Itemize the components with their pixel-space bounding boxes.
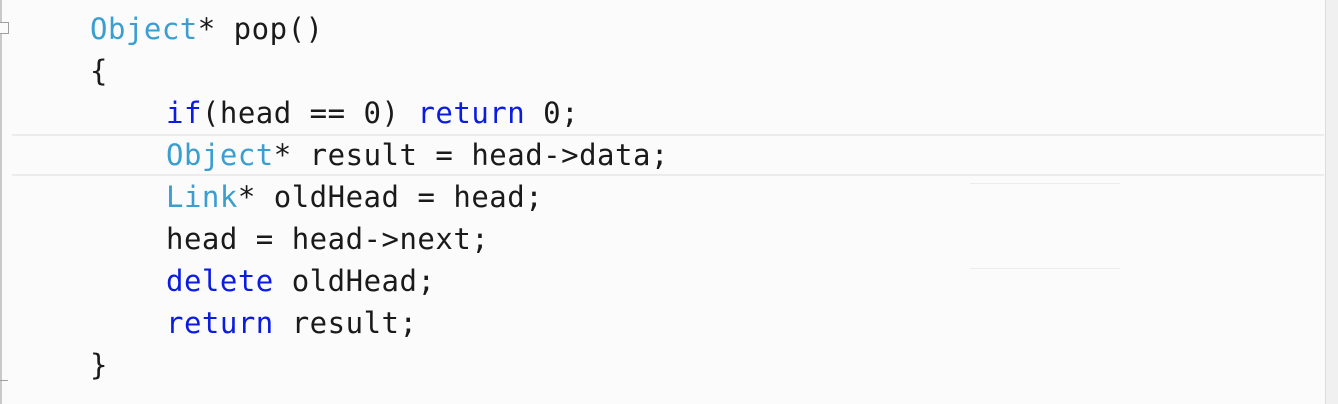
code-line[interactable]: Object* result = head->data;: [166, 134, 669, 176]
code-line[interactable]: Object* pop(): [90, 8, 323, 50]
divider: [970, 268, 1120, 269]
code-token: }: [90, 348, 108, 382]
code-line[interactable]: {: [90, 50, 108, 92]
keyword-token: return: [417, 96, 526, 130]
vertical-scrollbar[interactable]: [1325, 0, 1338, 404]
keyword-token: delete: [166, 264, 274, 298]
code-token: head = head->next;: [166, 222, 490, 256]
code-token: oldHead;: [273, 264, 436, 298]
divider: [970, 183, 1120, 184]
editor-gutter: [0, 0, 2, 404]
type-token: Link: [166, 180, 238, 214]
keyword-token: return: [166, 306, 274, 340]
code-line[interactable]: if(head == 0) return 0;: [166, 92, 579, 134]
code-editor[interactable]: Object* pop() { if(head == 0) return 0; …: [0, 0, 1338, 404]
code-line[interactable]: head = head->next;: [166, 218, 489, 260]
code-token: * oldHead = head;: [237, 180, 544, 214]
type-token: Object: [90, 12, 198, 46]
code-line[interactable]: Link* oldHead = head;: [166, 176, 543, 218]
code-line[interactable]: return result;: [166, 302, 417, 344]
code-token: * pop(): [197, 12, 324, 46]
fold-end-marker: [0, 380, 8, 381]
code-token: (head == 0): [201, 96, 418, 130]
keyword-token: if: [166, 96, 202, 130]
type-token: Object: [166, 138, 274, 172]
fold-toggle-icon[interactable]: [0, 22, 9, 34]
code-token: {: [90, 54, 108, 88]
code-token: * result = head->data;: [273, 138, 669, 172]
code-line[interactable]: }: [90, 344, 108, 386]
code-line[interactable]: delete oldHead;: [166, 260, 435, 302]
code-token: 0;: [525, 96, 580, 130]
code-token: result;: [273, 306, 418, 340]
